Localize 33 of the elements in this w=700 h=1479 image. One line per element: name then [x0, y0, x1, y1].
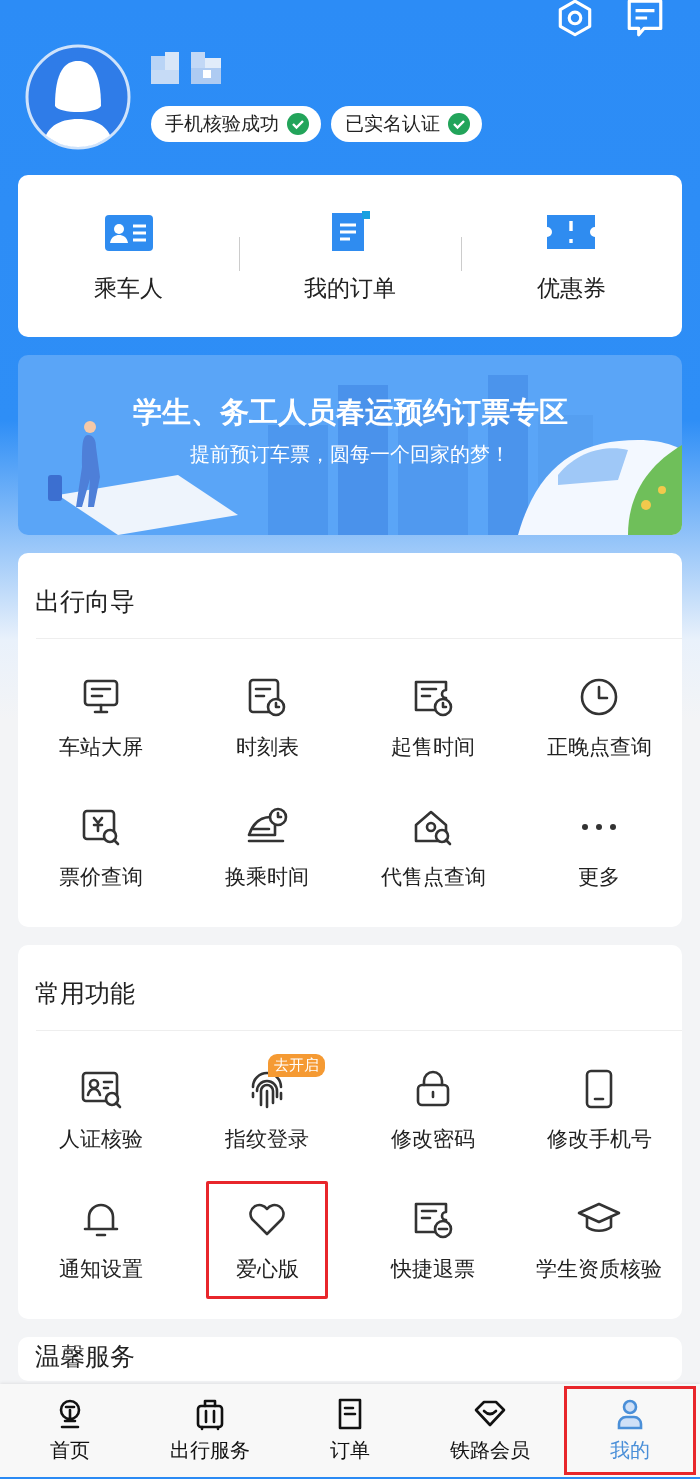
menu-item[interactable]: 通知设置: [40, 1181, 162, 1299]
menu-item[interactable]: 起售时间: [372, 659, 494, 777]
more-icon: [579, 822, 619, 832]
banner-subtitle: 提前预订车票，圆每一个回家的梦！: [190, 441, 510, 468]
menu-item[interactable]: 正晚点查询: [538, 659, 660, 777]
menu-item[interactable]: 时刻表: [206, 659, 328, 777]
section-title: 常用功能: [34, 978, 136, 1010]
menu-item[interactable]: 学生资质核验: [538, 1181, 660, 1299]
tab-bar-item[interactable]: 订单: [284, 1386, 416, 1475]
menu-item[interactable]: 票价查询: [40, 789, 162, 907]
menu-item[interactable]: 修改密码: [372, 1051, 494, 1169]
menu-item[interactable]: 快捷退票: [372, 1181, 494, 1299]
tab-bar-item[interactable]: 铁路会员: [424, 1386, 556, 1475]
menu-item[interactable]: 爱心版: [206, 1181, 328, 1299]
menu-item[interactable]: 更多: [538, 789, 660, 907]
menu-item[interactable]: 换乘时间: [206, 789, 328, 907]
banner-title: 学生、务工人员春运预约订票专区: [132, 394, 568, 431]
menu-item[interactable]: 人证核验: [40, 1051, 162, 1169]
avatar[interactable]: [25, 44, 131, 150]
shortcut-label[interactable]: 我的订单: [304, 272, 396, 304]
status-tag: 去开启: [268, 1054, 325, 1077]
verification-badge: 已实名认证: [331, 106, 482, 142]
section-title: 出行向导: [34, 586, 136, 618]
tab-bar-item[interactable]: 首页: [4, 1386, 136, 1475]
section-title: 温馨服务: [34, 1341, 136, 1373]
menu-item[interactable]: 车站大屏: [40, 659, 162, 777]
verification-badge: 手机核验成功: [151, 106, 321, 142]
shortcut-label[interactable]: 乘车人: [94, 272, 164, 304]
tab-bar-item[interactable]: 出行服务: [144, 1386, 276, 1475]
menu-item[interactable]: 修改手机号: [538, 1051, 660, 1169]
menu-item[interactable]: 代售点查询: [372, 789, 494, 907]
shortcut-label[interactable]: 优惠券: [536, 272, 606, 304]
menu-item[interactable]: 去开启 指纹登录: [206, 1051, 328, 1169]
